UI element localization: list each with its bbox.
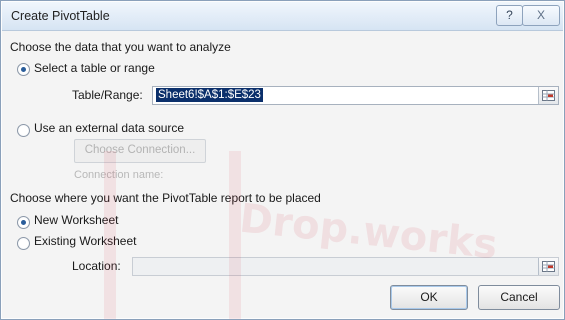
choose-connection-button[interactable]: Choose Connection... (74, 139, 206, 163)
table-range-value: Sheet6!$A$1:$E$23 (156, 88, 263, 102)
dialog-body: Choose the data that you want to analyze… (2, 31, 563, 318)
location-label: Location: (72, 259, 121, 273)
existing-worksheet-label[interactable]: Existing Worksheet (34, 234, 137, 248)
location-input[interactable] (132, 257, 559, 276)
cancel-button[interactable]: Cancel (478, 285, 560, 310)
location-collapse-button[interactable] (538, 258, 558, 275)
ok-button[interactable]: OK (390, 285, 468, 310)
table-range-collapse-button[interactable] (538, 87, 558, 104)
placement-section-heading: Choose where you want the PivotTable rep… (10, 191, 321, 205)
table-range-label: Table/Range: (72, 88, 143, 102)
dialog-title: Create PivotTable (11, 9, 110, 23)
range-select-icon (542, 261, 555, 272)
external-source-label[interactable]: Use an external data source (34, 121, 184, 135)
select-table-label[interactable]: Select a table or range (34, 61, 155, 75)
data-section-heading: Choose the data that you want to analyze (10, 40, 231, 54)
range-select-icon (542, 90, 555, 101)
table-range-input[interactable]: Sheet6!$A$1:$E$23 (152, 86, 559, 105)
question-icon: ? (506, 8, 513, 22)
close-button[interactable]: X (522, 5, 560, 26)
new-worksheet-radio[interactable] (17, 216, 30, 229)
help-button[interactable]: ? (496, 5, 523, 26)
close-icon: X (536, 8, 545, 22)
external-source-radio[interactable] (17, 124, 30, 137)
existing-worksheet-radio[interactable] (17, 237, 30, 250)
select-table-radio[interactable] (17, 63, 30, 76)
create-pivottable-dialog: Create PivotTable ? X Choose the data th… (0, 0, 565, 320)
title-bar: Create PivotTable ? X (2, 2, 563, 31)
new-worksheet-label[interactable]: New Worksheet (34, 213, 118, 227)
connection-name-label: Connection name: (74, 169, 164, 181)
